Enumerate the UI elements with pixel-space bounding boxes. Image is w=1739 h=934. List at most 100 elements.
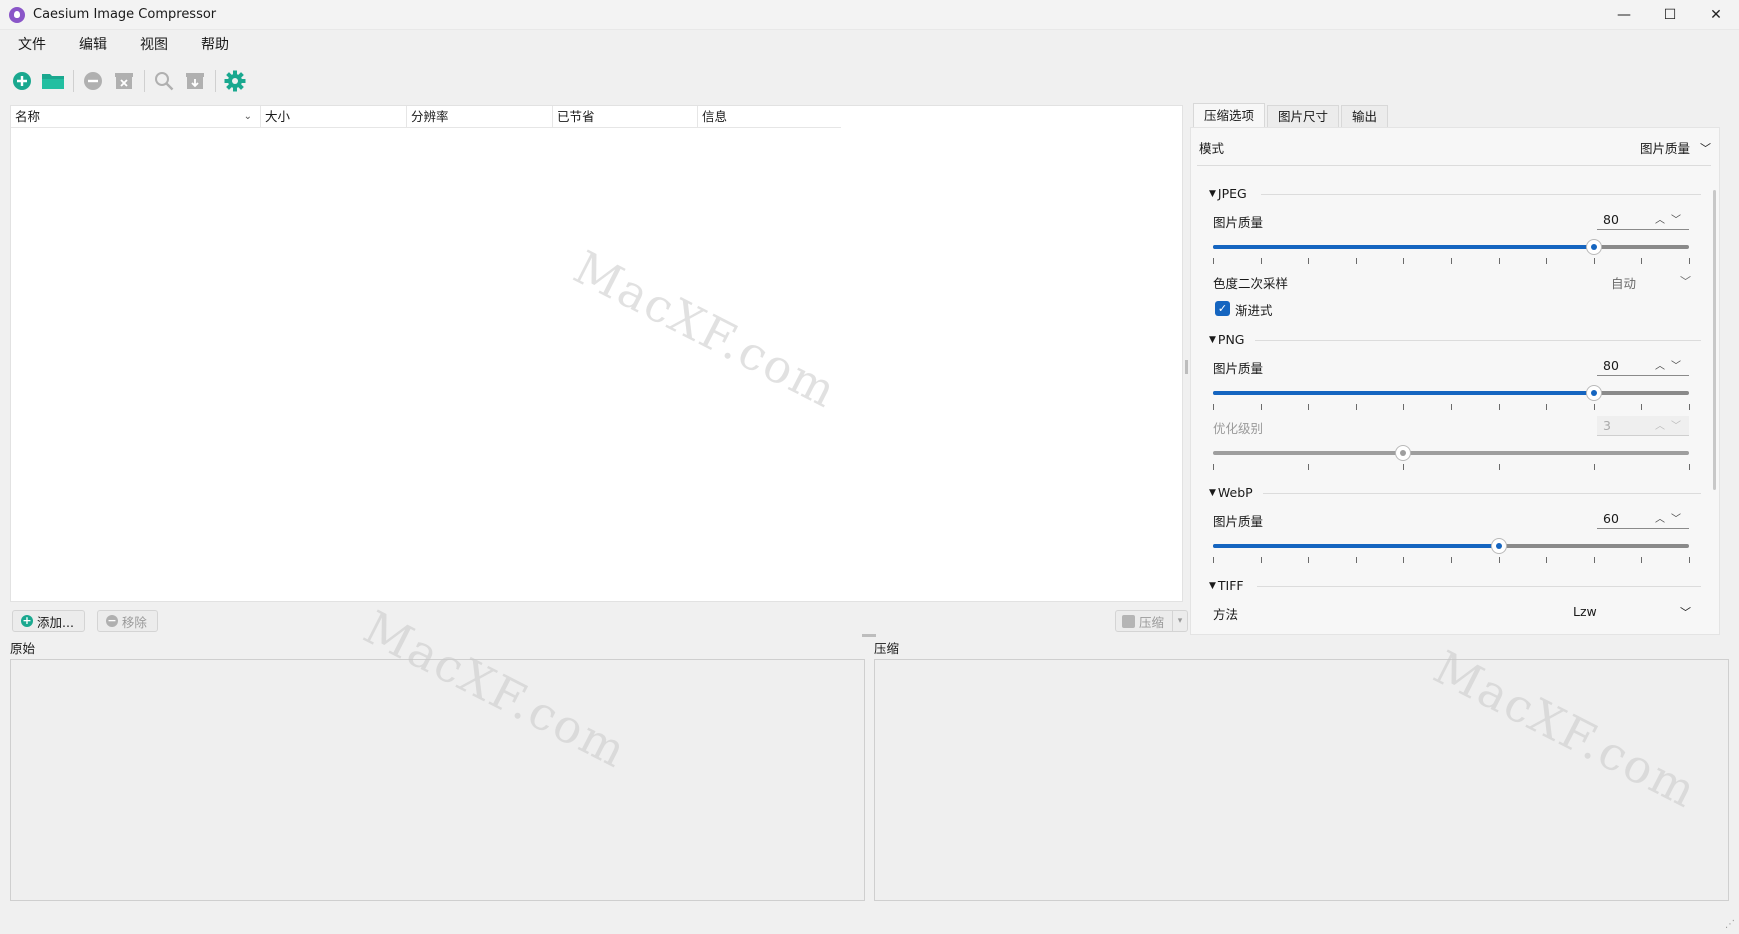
png-optimization-spinbox[interactable]: 3 ︿﹀ — [1597, 416, 1689, 436]
slider-tick — [1308, 404, 1310, 410]
column-header-saved[interactable]: 已节省 — [553, 106, 698, 127]
slider-tick — [1355, 258, 1357, 264]
file-list-table[interactable]: 名称 ⌄ 大小 分辨率 已节省 信息 — [10, 105, 1183, 602]
png-quality-spinbox[interactable]: 80 ︿﹀ — [1597, 356, 1689, 376]
settings-icon[interactable] — [220, 66, 250, 96]
slider-tick — [1213, 404, 1214, 410]
options-scrollbar[interactable] — [1713, 190, 1716, 490]
tab-output[interactable]: 输出 — [1341, 105, 1389, 127]
webp-quality-slider[interactable] — [1213, 538, 1689, 554]
column-header-name[interactable]: 名称 ⌄ — [11, 106, 261, 127]
tiff-section-header[interactable]: ▼ TIFF — [1209, 578, 1244, 593]
add-button[interactable]: + 添加... — [12, 610, 85, 632]
original-preview-label: 原始 — [10, 641, 36, 656]
spin-arrows-icon[interactable]: ︿﹀ — [1655, 510, 1687, 525]
webp-quality-spinbox[interactable]: 60 ︿﹀ — [1597, 509, 1689, 529]
slider-tick — [1689, 557, 1690, 563]
chevron-down-icon: ﹀ — [1700, 141, 1711, 155]
search-icon[interactable] — [149, 66, 179, 96]
open-folder-icon[interactable] — [38, 66, 68, 96]
mode-select[interactable]: 图片质量 ﹀ — [1640, 138, 1711, 157]
tiff-method-label: 方法 — [1213, 607, 1239, 622]
menu-view[interactable]: 视图 — [128, 31, 180, 59]
menu-edit[interactable]: 编辑 — [67, 31, 119, 59]
column-header-info[interactable]: 信息 — [698, 106, 841, 127]
title-bar: Caesium Image Compressor — ☐ ✕ — [0, 0, 1739, 30]
app-logo-icon — [9, 6, 25, 23]
slider-tick — [1260, 404, 1262, 410]
compress-button[interactable]: 压缩 ▾ — [1115, 610, 1189, 632]
maximize-button[interactable]: ☐ — [1647, 0, 1693, 30]
clear-list-icon[interactable] — [109, 66, 139, 96]
divider — [1255, 340, 1701, 341]
window-title: Caesium Image Compressor — [33, 7, 217, 22]
slider-tick — [1593, 464, 1595, 470]
jpeg-quality-label: 图片质量 — [1213, 215, 1264, 230]
column-header-resolution[interactable]: 分辨率 — [407, 106, 553, 127]
toolbar-separator — [73, 70, 74, 92]
slider-thumb[interactable] — [1585, 385, 1602, 401]
original-preview-area — [10, 659, 865, 901]
add-file-icon[interactable] — [7, 66, 37, 96]
divider — [1197, 165, 1711, 166]
spin-arrows-icon[interactable]: ︿﹀ — [1655, 357, 1687, 372]
png-section-header[interactable]: ▼ PNG — [1209, 332, 1245, 347]
slider-ticks — [1213, 464, 1690, 470]
slider-tick — [1546, 557, 1548, 563]
slider-tick — [1546, 258, 1548, 264]
compressed-preview-area — [874, 659, 1729, 901]
remove-button[interactable]: − 移除 — [96, 610, 158, 632]
slider-tick — [1355, 557, 1357, 563]
collapse-triangle-icon: ▼ — [1209, 188, 1216, 199]
remove-icon[interactable] — [78, 66, 108, 96]
import-icon[interactable] — [180, 66, 210, 96]
chroma-subsampling-label: 色度二次采样 — [1213, 276, 1289, 291]
menu-file[interactable]: 文件 — [6, 31, 58, 59]
slider-tick — [1593, 258, 1595, 264]
compress-dropdown-icon[interactable]: ▾ — [1173, 616, 1187, 626]
slider-thumb[interactable] — [1490, 538, 1507, 554]
divider — [1257, 586, 1701, 587]
png-quality-slider[interactable] — [1213, 385, 1689, 401]
minimize-button[interactable]: — — [1601, 0, 1647, 30]
progressive-checkbox[interactable]: ✓ — [1215, 301, 1230, 316]
tab-image-size[interactable]: 图片尺寸 — [1267, 105, 1340, 127]
compress-icon — [1122, 614, 1135, 628]
slider-tick — [1308, 258, 1310, 264]
slider-tick — [1213, 258, 1214, 264]
tab-compression-options[interactable]: 压缩选项 — [1193, 103, 1266, 127]
slider-tick — [1593, 557, 1595, 563]
collapse-triangle-icon: ▼ — [1209, 334, 1216, 345]
slider-tick — [1308, 557, 1310, 563]
menu-bar: 文件 编辑 视图 帮助 — [0, 31, 1739, 59]
column-header-size[interactable]: 大小 — [261, 106, 407, 127]
close-button[interactable]: ✕ — [1693, 0, 1739, 30]
minus-icon: − — [105, 614, 118, 627]
slider-fill — [1213, 544, 1499, 548]
slider-tick — [1498, 557, 1500, 563]
slider-tick — [1260, 258, 1262, 264]
panel-splitter-handle[interactable] — [1185, 360, 1188, 374]
png-optimization-label: 优化级别 — [1213, 421, 1264, 436]
resize-grip-icon[interactable]: ⋰ — [1725, 919, 1735, 930]
tiff-method-select[interactable]: Lzw ﹀ — [1573, 604, 1691, 619]
jpeg-section-header[interactable]: ▼ JPEG — [1209, 186, 1247, 201]
webp-section-header[interactable]: ▼ WebP — [1209, 485, 1253, 500]
slider-tick — [1451, 258, 1452, 264]
sort-indicator-icon: ⌄ — [243, 111, 252, 122]
slider-tick — [1355, 404, 1357, 410]
spin-arrows-icon[interactable]: ︿﹀ — [1655, 211, 1687, 226]
chroma-subsampling-select[interactable]: 自动 ﹀ — [1611, 273, 1691, 292]
list-actions: + 添加... − 移除 — [12, 610, 170, 632]
slider-thumb[interactable] — [1585, 239, 1602, 255]
slider-ticks — [1213, 557, 1690, 563]
toolbar-separator — [215, 70, 216, 92]
slider-thumb[interactable] — [1395, 445, 1412, 461]
preview-splitter-handle[interactable] — [862, 634, 876, 637]
jpeg-quality-spinbox[interactable]: 80 ︿﹀ — [1597, 210, 1689, 230]
slider-tick — [1689, 404, 1690, 410]
menu-help[interactable]: 帮助 — [189, 31, 241, 59]
png-optimization-slider[interactable] — [1213, 445, 1689, 461]
jpeg-quality-slider[interactable] — [1213, 239, 1689, 255]
divider — [1261, 194, 1701, 195]
